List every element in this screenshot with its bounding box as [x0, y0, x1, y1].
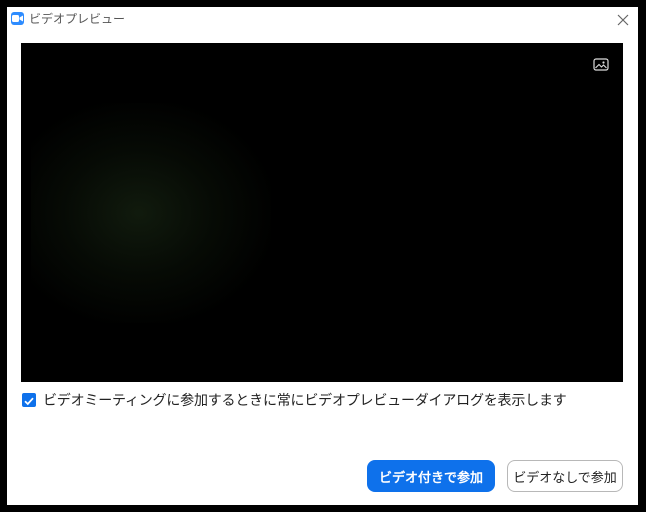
camera-feed [31, 103, 271, 323]
video-preview-dialog: ビデオプレビュー ビデオミーティングに参加するときに常にビデオプレビューダイアロ… [7, 7, 638, 505]
join-with-video-button[interactable]: ビデオ付きで参加 [367, 460, 495, 492]
virtual-background-icon[interactable] [593, 56, 609, 71]
show-preview-label: ビデオミーティングに参加するときに常にビデオプレビューダイアログを表示します [43, 393, 567, 409]
zoom-camera-icon [11, 12, 24, 25]
join-without-video-button[interactable]: ビデオなしで参加 [507, 460, 623, 492]
window-title: ビデオプレビュー [29, 12, 126, 26]
video-preview [21, 43, 623, 382]
show-preview-option[interactable]: ビデオミーティングに参加するときに常にビデオプレビューダイアログを表示します [22, 390, 567, 410]
close-icon[interactable] [614, 11, 632, 29]
title-bar: ビデオプレビュー [7, 7, 638, 33]
show-preview-checkbox[interactable] [22, 393, 36, 407]
